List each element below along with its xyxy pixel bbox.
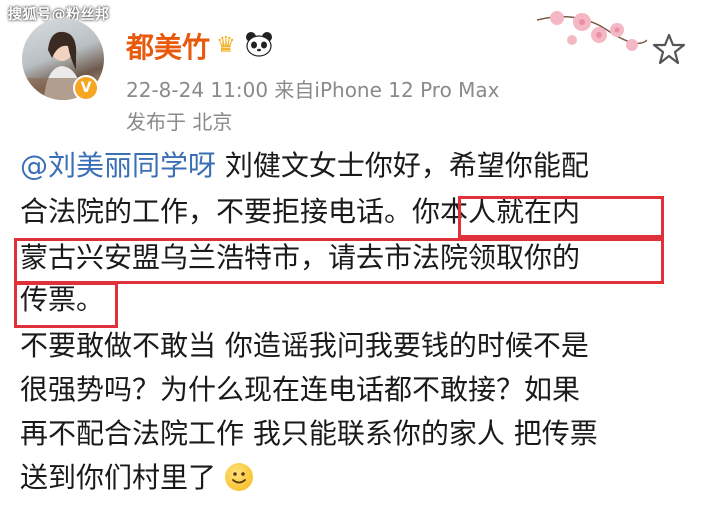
post-line-8: 送到你们村里了 <box>20 458 253 498</box>
highlight-box-2 <box>14 238 664 284</box>
post-location: 发布于 北京 <box>126 110 233 134</box>
favorite-star-icon[interactable] <box>652 32 686 66</box>
panda-icon <box>246 32 272 57</box>
highlight-box-1 <box>458 196 664 238</box>
highlight-box-3 <box>14 282 118 328</box>
post-text: 送到你们村里了 <box>20 461 217 494</box>
crown-icon: ♛ <box>216 33 236 58</box>
smile-emoji-icon <box>224 463 253 491</box>
mention-link[interactable]: @刘美丽同学呀 <box>20 149 216 182</box>
post-line-5: 不要敢做不敢当 你造谣我问我要钱的时候不是 <box>20 329 589 362</box>
post-line-7: 再不配合法院工作 我只能联系你的家人 把传票 <box>20 417 598 450</box>
post-text: 合法院的工作，不要拒接电话。 <box>20 195 413 228</box>
post-line-6: 很强势吗？为什么现在连电话都不敢接？如果 <box>20 373 581 406</box>
post-line-1: @刘美丽同学呀 刘健文女士你好，希望你能配 <box>20 146 589 186</box>
verified-badge-icon: V <box>73 75 99 101</box>
username[interactable]: 都美竹 <box>126 26 210 66</box>
post-text: 刘健文女士你好，希望你能配 <box>216 149 589 182</box>
cherry-blossom-decoration <box>537 11 647 51</box>
post-time-device: 22-8-24 11:00 来自iPhone 12 Pro Max <box>126 78 500 102</box>
